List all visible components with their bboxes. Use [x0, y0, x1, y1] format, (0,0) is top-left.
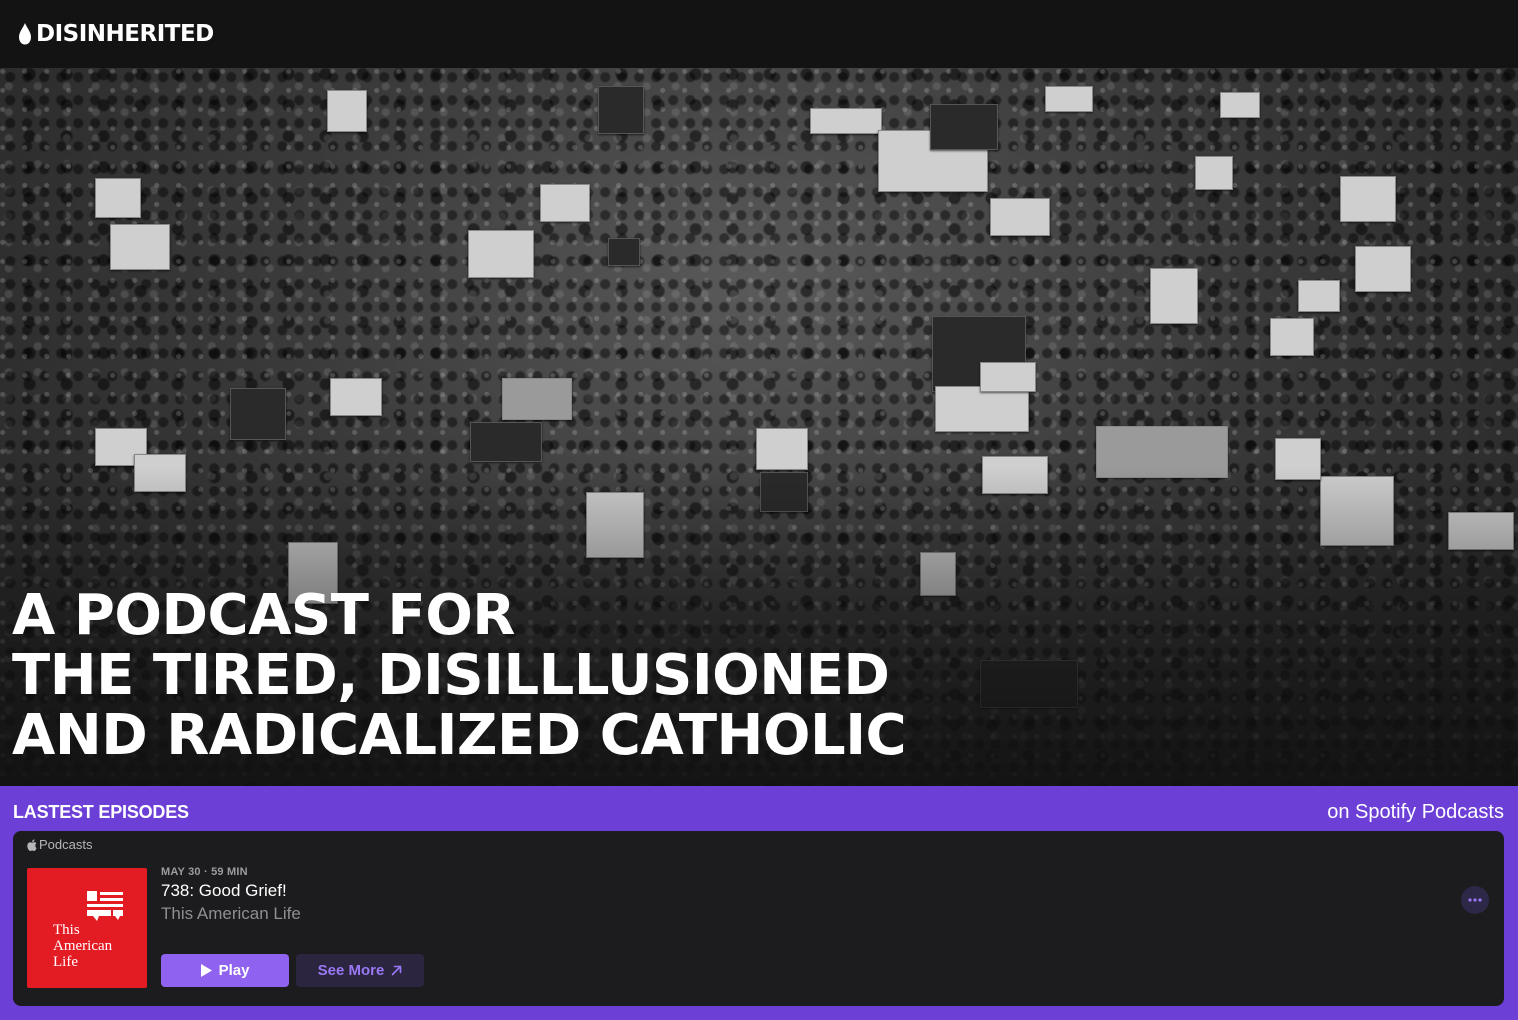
latest-episodes-section: LASTEST EPISODES on Spotify Podcasts Pod…	[0, 786, 1518, 1020]
hero-headline: A PODCAST FOR THE TIRED, DISILLLUSIONED …	[12, 583, 907, 768]
apple-icon	[27, 838, 37, 851]
episodes-header: LASTEST EPISODES on Spotify Podcasts	[13, 800, 1504, 824]
play-icon	[200, 964, 212, 977]
ellipsis-icon	[1468, 898, 1482, 902]
show-name[interactable]: This American Life	[161, 904, 301, 924]
top-bar: DISINHERITED	[0, 0, 1518, 68]
artwork-text-line-2: American	[53, 938, 113, 954]
more-options-button[interactable]	[1461, 886, 1489, 914]
see-more-button-label: See More	[317, 962, 385, 979]
artwork-text-line-3: Life	[53, 954, 78, 970]
speech-bubbles-icon	[87, 891, 123, 921]
podcasts-brand[interactable]: Podcasts	[27, 837, 92, 852]
artwork-text-line-1: This	[53, 922, 80, 938]
podcast-embed-player: Podcasts This American Life MAY 30 · 59 …	[13, 831, 1504, 1006]
headline-line-3: AND RADICALIZED CATHOLIC	[12, 703, 907, 768]
headline-line-1: A PODCAST FOR	[12, 583, 515, 648]
flame-drop-icon	[19, 23, 31, 45]
source-label[interactable]: on Spotify Podcasts	[1327, 801, 1504, 824]
external-arrow-icon	[392, 965, 402, 976]
play-button[interactable]: Play	[161, 954, 289, 987]
headline-line-2: THE TIRED, DISILLLUSIONED	[12, 643, 890, 708]
podcasts-brand-label: Podcasts	[39, 837, 93, 852]
site-logo[interactable]: DISINHERITED	[18, 21, 214, 47]
play-button-label: Play	[218, 962, 250, 979]
artwork-title: This American Life	[53, 922, 112, 970]
episode-meta: MAY 30 · 59 MIN	[161, 866, 248, 878]
episode-title[interactable]: 738: Good Grief!	[161, 881, 287, 901]
hero-banner: A PODCAST FOR THE TIRED, DISILLLUSIONED …	[0, 68, 1518, 786]
episode-artwork[interactable]: This American Life	[27, 868, 147, 988]
section-title: LASTEST EPISODES	[13, 801, 189, 822]
see-more-button[interactable]: See More	[296, 954, 424, 987]
logo-text: DISINHERITED	[36, 21, 214, 47]
